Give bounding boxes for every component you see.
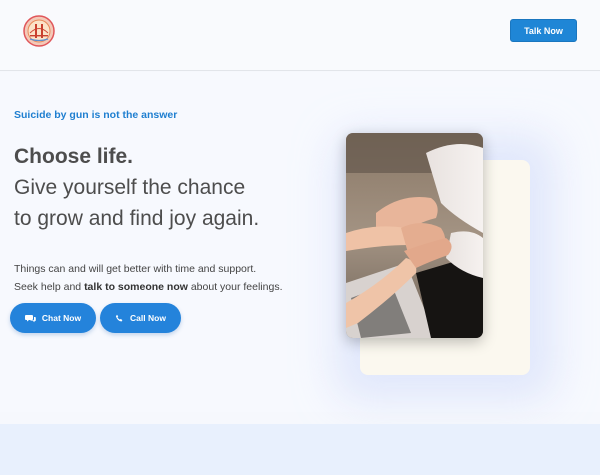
hands-holding-photo xyxy=(346,133,483,338)
body-text: Things can and will get better with time… xyxy=(14,260,282,296)
body-line-2-emphasis: talk to someone now xyxy=(84,281,188,293)
golden-gate-bridge-seal-icon[interactable] xyxy=(23,15,55,47)
phone-icon xyxy=(115,314,124,323)
site-header: Talk Now xyxy=(0,0,600,71)
call-now-label: Call Now xyxy=(130,313,166,323)
footer-band xyxy=(0,424,600,475)
chat-now-button[interactable]: Chat Now xyxy=(10,303,96,333)
headline-bold: Choose life. xyxy=(14,145,134,168)
body-line-2-prefix: Seek help and xyxy=(14,281,85,293)
body-line-2-suffix: about your feelings. xyxy=(187,281,283,293)
body-line-1: Things can and will get better with time… xyxy=(14,263,257,275)
headline-line-2: Give yourself the chance xyxy=(14,176,246,199)
chat-now-label: Chat Now xyxy=(41,313,82,323)
call-now-button[interactable]: Call Now xyxy=(100,303,181,333)
body-line-2: Seek help and talk to someone now about … xyxy=(14,278,282,296)
headline-line-3: to grow and find joy again. xyxy=(14,207,260,230)
chat-bubbles-icon xyxy=(24,314,36,323)
tagline: Suicide by gun is not the answer xyxy=(14,109,178,121)
talk-now-button[interactable]: Talk Now xyxy=(510,19,577,42)
